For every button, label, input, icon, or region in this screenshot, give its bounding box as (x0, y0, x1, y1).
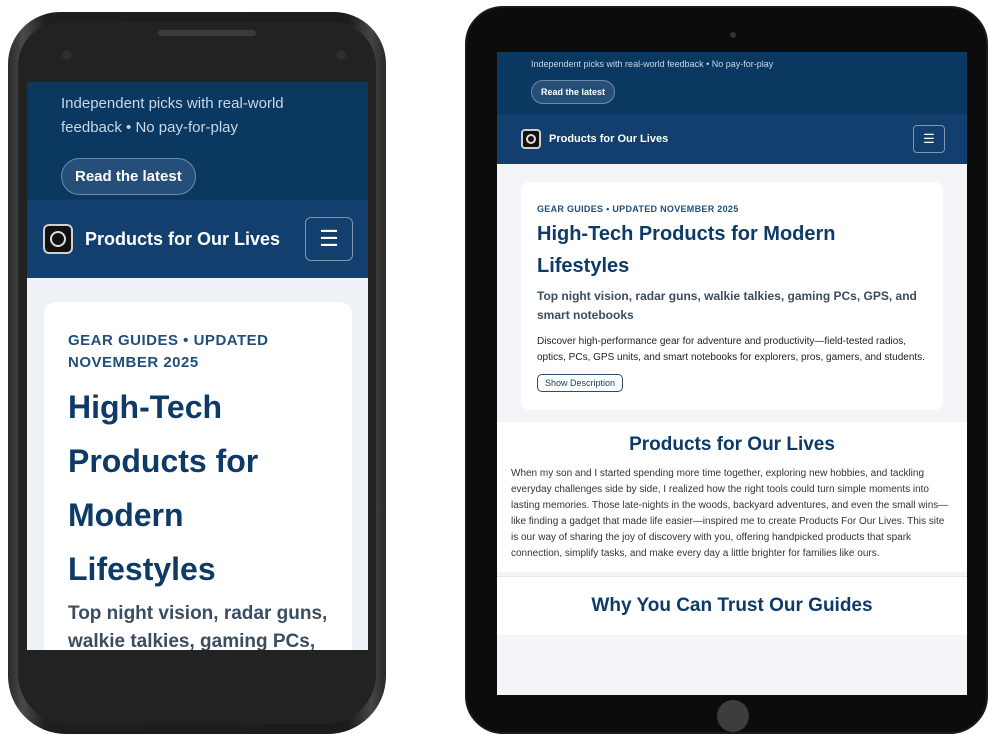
tablet-screen: Independent picks with real-world feedba… (497, 52, 967, 695)
tablet-read-latest-button[interactable]: Read the latest (531, 80, 616, 104)
about-body: When my son and I started spending more … (511, 468, 949, 559)
tablet-topbar: Independent picks with real-world feedba… (497, 52, 967, 114)
tablet-tagline: Independent picks with real-world feedba… (531, 59, 774, 69)
phone-hero-title: High-Tech Products for Modern Lifestyles (68, 389, 259, 587)
tablet-hero-subtitle: Top night vision, radar guns, walkie tal… (537, 289, 917, 322)
tablet-camera (730, 32, 736, 38)
tablet-hero-card: GEAR GUIDES • UPDATED NOVEMBER 2025 High… (521, 182, 943, 410)
phone-camera (336, 50, 346, 60)
phone-hero-card: GEAR GUIDES • UPDATED NOVEMBER 2025 High… (44, 302, 352, 650)
trust-section: Why You Can Trust Our Guides (497, 576, 967, 635)
phone-read-latest-button[interactable]: Read the latest (61, 158, 196, 195)
phone-hero-subtitle: Top night vision, radar guns, walkie tal… (68, 603, 328, 650)
phone-hero-kicker: GEAR GUIDES • UPDATED NOVEMBER 2025 (68, 332, 269, 371)
tablet-navbar: Products for Our Lives ☰ (497, 114, 967, 164)
about-section: Products for Our Lives When my son and I… (497, 422, 967, 572)
logo-mark (50, 231, 66, 247)
phone-tagline: Independent picks with real-world feedba… (61, 95, 284, 136)
tablet-hero-kicker: GEAR GUIDES • UPDATED NOVEMBER 2025 (537, 204, 739, 214)
tablet-hero-description: Discover high-performance gear for adven… (537, 336, 925, 363)
phone-sensor (62, 50, 72, 60)
tablet-hero-title: High-Tech Products for Modern Lifestyles (537, 223, 836, 277)
tablet-brand-name[interactable]: Products for Our Lives (549, 133, 913, 145)
about-heading: Products for Our Lives (629, 434, 835, 455)
brand-logo-icon[interactable] (521, 129, 541, 149)
phone-brand-name[interactable]: Products for Our Lives (85, 229, 305, 250)
hamburger-menu-icon[interactable]: ☰ (305, 217, 353, 261)
hamburger-menu-icon[interactable]: ☰ (913, 125, 945, 153)
phone-speaker (158, 30, 256, 36)
phone-navbar: Products for Our Lives ☰ (27, 200, 368, 278)
show-description-button[interactable]: Show Description (537, 374, 624, 392)
trust-heading: Why You Can Trust Our Guides (591, 595, 873, 616)
tablet-home-button[interactable] (717, 700, 749, 732)
brand-logo-icon[interactable] (43, 224, 73, 254)
phone-topbar: Independent picks with real-world feedba… (27, 82, 368, 200)
phone-screen: Independent picks with real-world feedba… (27, 82, 368, 650)
logo-mark (526, 134, 536, 144)
